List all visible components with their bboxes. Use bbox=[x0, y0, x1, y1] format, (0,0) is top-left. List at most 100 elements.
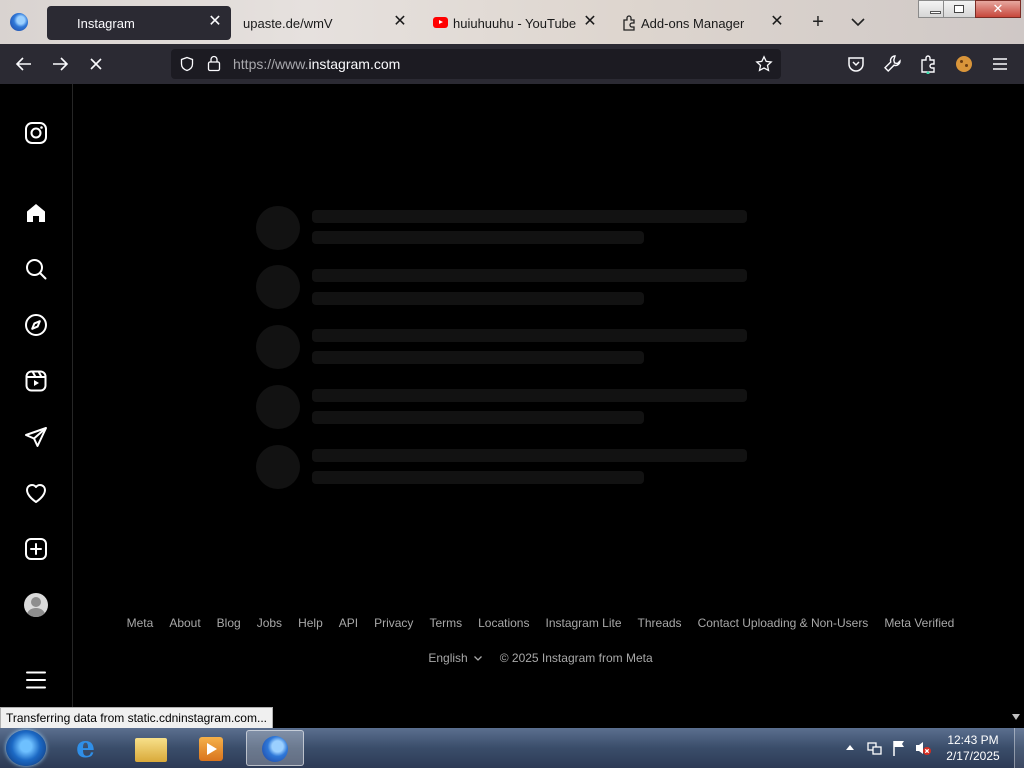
stop-loading-icon[interactable] bbox=[86, 54, 106, 74]
footer-link-terms[interactable]: Terms bbox=[429, 616, 462, 630]
tab-youtube[interactable]: huiuhuuhu - YouTube ✕ bbox=[431, 6, 606, 40]
extensions-icon[interactable] bbox=[918, 54, 938, 74]
messages-icon[interactable] bbox=[24, 425, 48, 449]
language-selector[interactable]: English bbox=[428, 651, 483, 665]
scroll-down-arrow-icon[interactable] bbox=[1012, 714, 1020, 720]
menu-icon[interactable] bbox=[24, 668, 48, 692]
copyright-text: © 2025 Instagram from Meta bbox=[499, 651, 653, 665]
tab-bar: Instagram ✕ upaste.de/wmV ✕ huiuhuuhu - … bbox=[0, 0, 1024, 44]
system-clock[interactable]: 12:43 PM 2/17/2025 bbox=[938, 732, 1008, 764]
close-icon[interactable]: ✕ bbox=[769, 14, 785, 30]
tab-addons[interactable]: Add-ons Manager ✕ bbox=[619, 6, 793, 40]
skeleton-line bbox=[312, 449, 747, 462]
tab-label: huiuhuuhu - YouTube bbox=[453, 15, 577, 31]
chevron-down-icon bbox=[473, 656, 482, 661]
skeleton-row bbox=[256, 325, 747, 369]
action-center-flag-icon[interactable] bbox=[891, 739, 907, 757]
notifications-heart-icon[interactable] bbox=[24, 481, 48, 505]
instagram-sidebar bbox=[0, 84, 73, 728]
profile-avatar-icon[interactable] bbox=[24, 593, 48, 617]
tab-label: upaste.de/wmV bbox=[243, 15, 333, 31]
url-bar[interactable]: https://www.instagram.com bbox=[171, 49, 781, 79]
instagram-icon[interactable] bbox=[24, 121, 48, 145]
language-label: English bbox=[428, 651, 468, 665]
star-icon[interactable] bbox=[755, 55, 773, 73]
tab-instagram[interactable]: Instagram ✕ bbox=[47, 6, 231, 40]
new-tab-icon[interactable]: + bbox=[808, 12, 828, 32]
footer-link-about[interactable]: About bbox=[169, 616, 200, 630]
footer-link-api[interactable]: API bbox=[339, 616, 358, 630]
taskbar-media-player[interactable] bbox=[184, 730, 238, 766]
puzzle-icon bbox=[623, 15, 635, 31]
wrench-icon[interactable] bbox=[882, 54, 902, 74]
url-text[interactable]: https://www.instagram.com bbox=[233, 56, 400, 72]
skeleton-row bbox=[256, 445, 747, 489]
lock-icon[interactable] bbox=[207, 55, 221, 72]
show-desktop-button[interactable] bbox=[1014, 728, 1024, 768]
footer-links: Meta About Blog Jobs Help API Privacy Te… bbox=[73, 616, 1008, 630]
taskbar-internet-explorer[interactable]: e bbox=[63, 730, 117, 766]
media-player-icon bbox=[199, 737, 223, 761]
footer-link-help[interactable]: Help bbox=[298, 616, 323, 630]
show-hidden-icons-icon[interactable] bbox=[845, 743, 855, 751]
skeleton-line bbox=[312, 329, 747, 342]
hamburger-menu-icon[interactable] bbox=[990, 54, 1010, 74]
shield-icon[interactable] bbox=[179, 56, 195, 72]
status-bar: Transferring data from static.cdninstagr… bbox=[0, 707, 273, 729]
network-icon[interactable] bbox=[866, 740, 882, 756]
back-icon[interactable] bbox=[14, 54, 34, 74]
skeleton-line bbox=[312, 411, 644, 424]
volume-muted-icon[interactable] bbox=[914, 739, 932, 757]
tab-label: Add-ons Manager bbox=[641, 15, 745, 31]
internet-explorer-icon: e bbox=[76, 730, 96, 765]
taskbar-file-explorer[interactable] bbox=[124, 730, 178, 766]
search-icon[interactable] bbox=[24, 257, 48, 281]
skeleton-line bbox=[312, 292, 644, 305]
skeleton-avatar bbox=[256, 445, 300, 489]
cookie-icon[interactable] bbox=[956, 56, 972, 72]
explore-icon[interactable] bbox=[24, 313, 48, 337]
taskbar-firefox[interactable] bbox=[246, 730, 304, 766]
youtube-icon bbox=[433, 17, 448, 28]
footer-link-jobs[interactable]: Jobs bbox=[257, 616, 282, 630]
close-icon[interactable]: ✕ bbox=[392, 14, 408, 30]
url-scheme: https://www. bbox=[233, 56, 309, 72]
skeleton-line bbox=[312, 231, 644, 244]
reels-icon[interactable] bbox=[24, 369, 48, 393]
footer-link-meta[interactable]: Meta bbox=[127, 616, 154, 630]
navigation-bar: https://www.instagram.com bbox=[0, 44, 1024, 84]
footer-link-threads[interactable]: Threads bbox=[638, 616, 682, 630]
skeleton-line bbox=[312, 210, 747, 223]
pocket-icon[interactable] bbox=[846, 54, 866, 74]
skeleton-line bbox=[312, 389, 747, 402]
start-button[interactable] bbox=[6, 730, 46, 766]
firefox-icon bbox=[10, 13, 28, 31]
footer-link-meta-verified[interactable]: Meta Verified bbox=[884, 616, 954, 630]
home-icon[interactable] bbox=[24, 201, 48, 225]
footer-link-blog[interactable]: Blog bbox=[217, 616, 241, 630]
clock-time: 12:43 PM bbox=[947, 733, 999, 747]
skeleton-line bbox=[312, 471, 644, 484]
footer-link-privacy[interactable]: Privacy bbox=[374, 616, 413, 630]
create-icon[interactable] bbox=[24, 537, 48, 561]
close-icon[interactable]: ✕ bbox=[582, 14, 598, 30]
skeleton-avatar bbox=[256, 265, 300, 309]
window-close-button[interactable]: ✕ bbox=[975, 0, 1021, 18]
folder-icon bbox=[135, 738, 167, 762]
skeleton-line bbox=[312, 269, 747, 282]
clock-date: 2/17/2025 bbox=[946, 749, 1000, 763]
skeleton-row bbox=[256, 265, 747, 309]
footer-link-contact-uploading[interactable]: Contact Uploading & Non-Users bbox=[698, 616, 869, 630]
footer-link-locations[interactable]: Locations bbox=[478, 616, 529, 630]
page-content: Meta About Blog Jobs Help API Privacy Te… bbox=[0, 84, 1008, 729]
vertical-scrollbar[interactable] bbox=[1008, 84, 1024, 728]
skeleton-row bbox=[256, 206, 747, 250]
forward-icon[interactable] bbox=[50, 54, 70, 74]
skeleton-avatar bbox=[256, 206, 300, 250]
restore-button[interactable] bbox=[943, 0, 977, 18]
chevron-down-icon[interactable] bbox=[848, 12, 868, 32]
url-domain: instagram.com bbox=[308, 56, 401, 72]
firefox-icon bbox=[262, 736, 288, 762]
tab-upaste[interactable]: upaste.de/wmV ✕ bbox=[213, 6, 416, 40]
footer-link-instagram-lite[interactable]: Instagram Lite bbox=[545, 616, 621, 630]
